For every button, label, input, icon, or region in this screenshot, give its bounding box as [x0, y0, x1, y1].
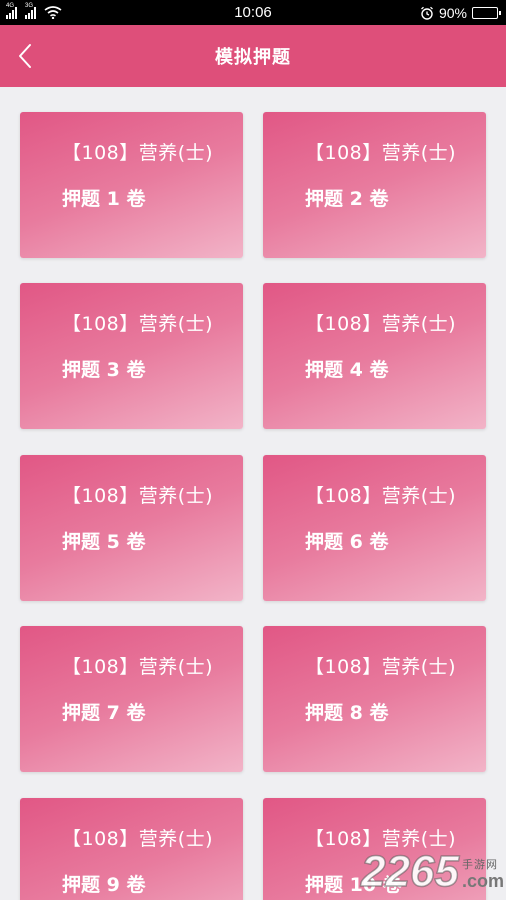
site-watermark: 2265 手游网 .com: [360, 847, 504, 896]
card-subject: 【108】营养(士): [62, 656, 214, 678]
exam-card-2[interactable]: 【108】营养(士) 押题 2 卷: [263, 112, 486, 258]
card-subject: 【108】营养(士): [62, 142, 214, 164]
card-paper-label: 押题 1 卷: [62, 188, 146, 210]
exam-card-1[interactable]: 【108】营养(士) 押题 1 卷: [20, 112, 243, 258]
watermark-site-name: 手游网: [461, 858, 498, 871]
card-subject: 【108】营养(士): [305, 313, 457, 335]
card-subject: 【108】营养(士): [305, 656, 457, 678]
card-paper-label: 押题 5 卷: [62, 531, 146, 553]
card-subject: 【108】营养(士): [62, 828, 214, 850]
app-header: 模拟押题: [0, 25, 506, 87]
watermark-side: 手游网 .com: [462, 856, 504, 894]
signal-group: 4G 3G: [6, 3, 62, 19]
card-paper-label: 押题 7 卷: [62, 702, 146, 724]
exam-card-8[interactable]: 【108】营养(士) 押题 8 卷: [263, 626, 486, 772]
card-subject: 【108】营养(士): [62, 485, 214, 507]
status-bar: 4G 3G 10:06 90%: [0, 0, 506, 25]
exam-card-4[interactable]: 【108】营养(士) 押题 4 卷: [263, 283, 486, 429]
exam-card-7[interactable]: 【108】营养(士) 押题 7 卷: [20, 626, 243, 772]
network-type-label: 4G: [6, 2, 15, 9]
chevron-left-icon: [19, 44, 31, 68]
card-paper-label: 押题 9 卷: [62, 874, 146, 896]
card-subject: 【108】营养(士): [305, 485, 457, 507]
signal-icon: 4G: [6, 3, 17, 19]
card-paper-label: 押题 6 卷: [305, 531, 389, 553]
card-paper-label: 押题 8 卷: [305, 702, 389, 724]
card-subject: 【108】营养(士): [305, 142, 457, 164]
status-right-group: 90%: [420, 4, 501, 21]
exam-card-9[interactable]: 【108】营养(士) 押题 9 卷: [20, 798, 243, 900]
card-paper-label: 押题 4 卷: [305, 359, 389, 381]
exam-card-grid: 【108】营养(士) 押题 1 卷 【108】营养(士) 押题 2 卷 【108…: [0, 87, 506, 900]
watermark-domain: .com: [461, 871, 504, 891]
exam-card-5[interactable]: 【108】营养(士) 押题 5 卷: [20, 455, 243, 601]
network-type-label-secondary: 3G: [25, 2, 34, 9]
signal-icon-secondary: 3G: [25, 3, 36, 19]
page-title: 模拟押题: [215, 47, 291, 68]
watermark-number: 2265: [360, 847, 459, 896]
card-subject: 【108】营养(士): [62, 313, 214, 335]
exam-card-6[interactable]: 【108】营养(士) 押题 6 卷: [263, 455, 486, 601]
card-paper-label: 押题 2 卷: [305, 188, 389, 210]
back-button[interactable]: [8, 39, 42, 73]
exam-card-3[interactable]: 【108】营养(士) 押题 3 卷: [20, 283, 243, 429]
battery-icon: [472, 6, 501, 19]
card-paper-label: 押题 3 卷: [62, 359, 146, 381]
battery-percentage: 90%: [438, 4, 467, 21]
wifi-icon: [44, 6, 62, 19]
alarm-icon: [421, 6, 433, 20]
